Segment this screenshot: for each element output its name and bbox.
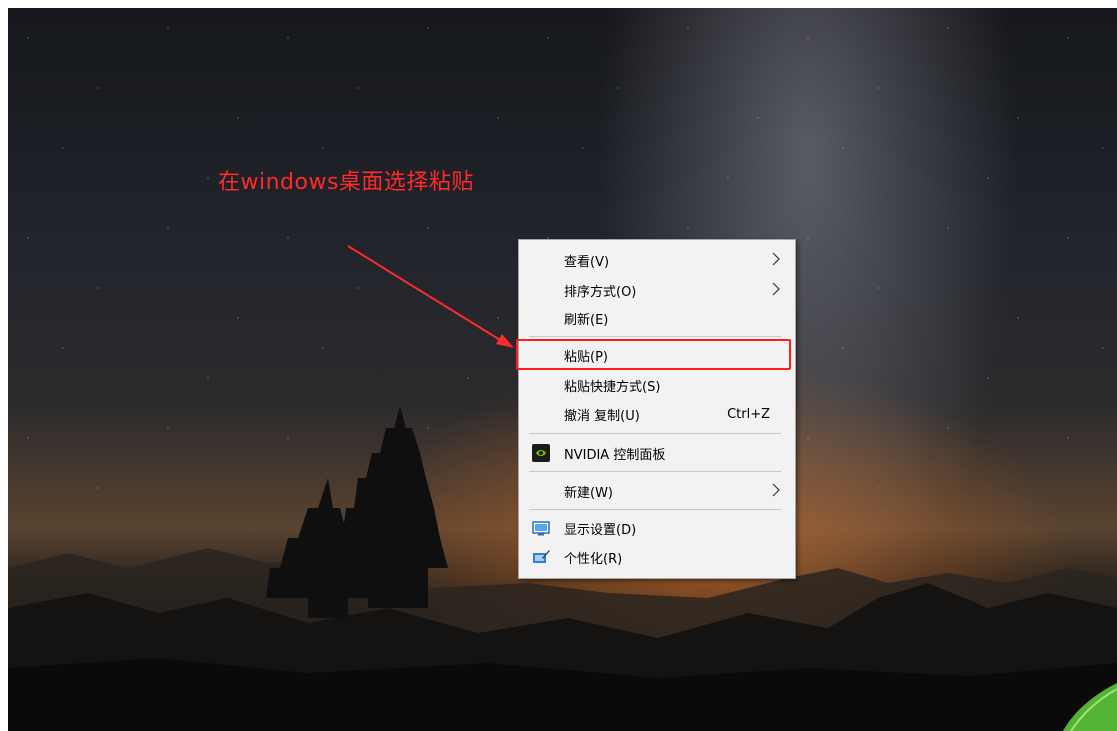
menu-separator [529,433,781,434]
menu-item-undo-copy[interactable]: 撤消 复制(U) Ctrl+Z [520,400,794,428]
menu-item-label: 撤消 复制(U) [564,408,640,424]
menu-item-label: NVIDIA 控制面板 [564,447,666,463]
menu-separator [529,471,781,472]
paste-highlight-box [516,339,791,370]
nvidia-icon [532,444,550,462]
menu-item-personalize[interactable]: 个性化(R) [520,543,794,571]
menu-separator [529,509,781,510]
display-settings-icon [532,521,550,536]
menu-item-paste-shortcut[interactable]: 粘贴快捷方式(S) [520,371,794,399]
menu-item-refresh[interactable]: 刷新(E) [520,304,794,332]
menu-item-sort-by[interactable]: 排序方式(O) [520,276,794,304]
menu-separator [529,336,781,337]
menu-item-label: 新建(W) [564,485,613,501]
chevron-right-icon [772,252,780,266]
menu-item-label: 显示设置(D) [564,522,637,538]
menu-item-display-settings[interactable]: 显示设置(D) [520,514,794,542]
menu-item-nvidia-control-panel[interactable]: NVIDIA 控制面板 [520,439,794,467]
personalize-icon [533,550,550,563]
desktop-context-menu[interactable]: 查看(V) 排序方式(O) 刷新(E) 粘贴(P) 粘贴快捷方式(S) 撤消 复… [518,239,796,579]
chevron-right-icon [772,282,780,296]
leaf-decoration [1063,683,1117,731]
menu-item-label: 个性化(R) [564,551,623,567]
annotation-label: 在windows桌面选择粘贴 [218,170,474,195]
menu-item-new[interactable]: 新建(W) [520,477,794,505]
chevron-right-icon [772,483,780,497]
menu-item-label: 查看(V) [564,254,610,270]
menu-item-label: 刷新(E) [564,312,609,328]
menu-item-label: 排序方式(O) [564,284,637,300]
menu-item-view[interactable]: 查看(V) [520,246,794,274]
menu-item-shortcut: Ctrl+Z [727,406,770,422]
menu-item-label: 粘贴快捷方式(S) [564,379,661,395]
